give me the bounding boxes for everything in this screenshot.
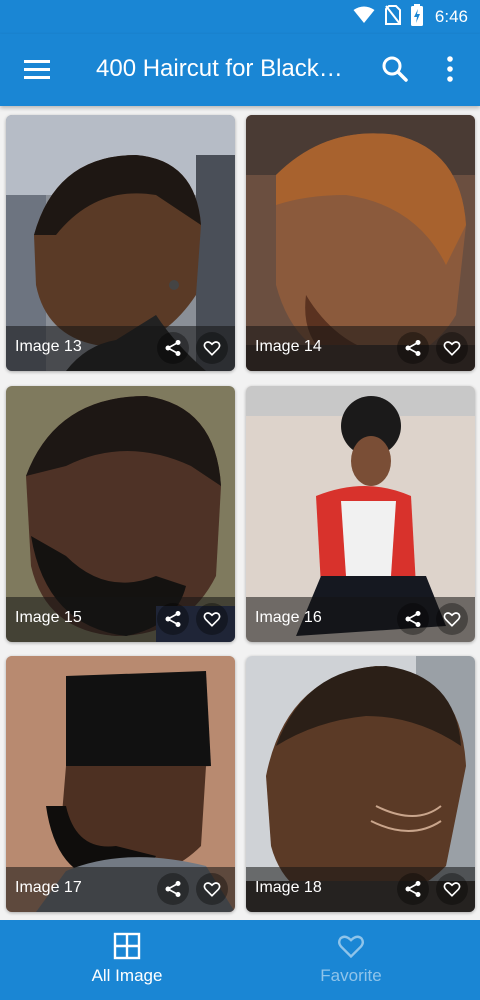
favorite-button[interactable] [436, 603, 468, 635]
bottom-navigation: All Image Favorite [0, 920, 480, 1000]
nav-label: Favorite [320, 966, 382, 985]
image-label: Image 13 [15, 338, 82, 355]
image-label: Image 18 [255, 879, 322, 896]
wifi-icon [353, 6, 375, 29]
image-caption-bar: Image 16 [246, 597, 475, 642]
no-sim-icon [384, 4, 401, 30]
share-icon [165, 340, 181, 356]
grid-icon [113, 932, 141, 960]
share-button[interactable] [397, 873, 429, 905]
share-button[interactable] [157, 332, 189, 364]
app-bar: 400 Haircut for Black Men [0, 34, 480, 106]
share-icon [405, 611, 421, 627]
image-card[interactable]: Image 14 [246, 115, 475, 371]
share-icon [165, 881, 181, 897]
share-button[interactable] [157, 873, 189, 905]
search-button[interactable] [380, 54, 410, 84]
favorite-button[interactable] [436, 873, 468, 905]
nav-item-favorite[interactable]: Favorite [231, 920, 471, 1000]
image-grid[interactable]: Image 13 Image 14 Image 15 Image 16 Imag… [0, 106, 480, 920]
image-caption-bar: Image 15 [6, 597, 235, 642]
page-title: 400 Haircut for Black Men [96, 55, 346, 82]
image-card[interactable]: Image 16 [246, 386, 475, 642]
heart-outline-icon [443, 882, 461, 897]
heart-outline-icon [443, 341, 461, 356]
image-card[interactable]: Image 18 [246, 656, 475, 912]
share-icon [405, 881, 421, 897]
image-caption-bar: Image 14 [246, 326, 475, 371]
menu-button[interactable] [20, 56, 54, 84]
share-button[interactable] [397, 332, 429, 364]
nav-label: All Image [91, 966, 163, 985]
status-icons: 6:46 [353, 3, 468, 31]
hamburger-menu-icon [24, 60, 50, 79]
image-label: Image 14 [255, 338, 322, 355]
image-caption-bar: Image 13 [6, 326, 235, 371]
nav-item-all-image[interactable]: All Image [7, 920, 247, 1000]
status-time: 6:46 [434, 7, 468, 26]
favorite-button[interactable] [196, 873, 228, 905]
battery-charging-icon [410, 3, 423, 31]
heart-outline-icon [203, 882, 221, 897]
image-card[interactable]: Image 17 [6, 656, 235, 912]
image-label: Image 16 [255, 609, 322, 626]
share-icon [405, 340, 421, 356]
heart-outline-icon [203, 612, 221, 627]
image-label: Image 15 [15, 609, 82, 626]
status-bar: 6:46 [0, 0, 480, 34]
heart-outline-icon [338, 935, 364, 959]
more-options-button[interactable] [438, 54, 462, 84]
image-card[interactable]: Image 15 [6, 386, 235, 642]
heart-outline-icon [443, 612, 461, 627]
more-vert-icon [447, 56, 453, 82]
favorite-button[interactable] [196, 332, 228, 364]
image-card[interactable]: Image 13 [6, 115, 235, 371]
search-icon [382, 56, 408, 82]
share-button[interactable] [397, 603, 429, 635]
share-icon [165, 611, 181, 627]
image-caption-bar: Image 18 [246, 867, 475, 912]
image-label: Image 17 [15, 879, 82, 896]
favorite-button[interactable] [196, 603, 228, 635]
image-caption-bar: Image 17 [6, 867, 235, 912]
favorite-button[interactable] [436, 332, 468, 364]
heart-outline-icon [203, 341, 221, 356]
share-button[interactable] [157, 603, 189, 635]
